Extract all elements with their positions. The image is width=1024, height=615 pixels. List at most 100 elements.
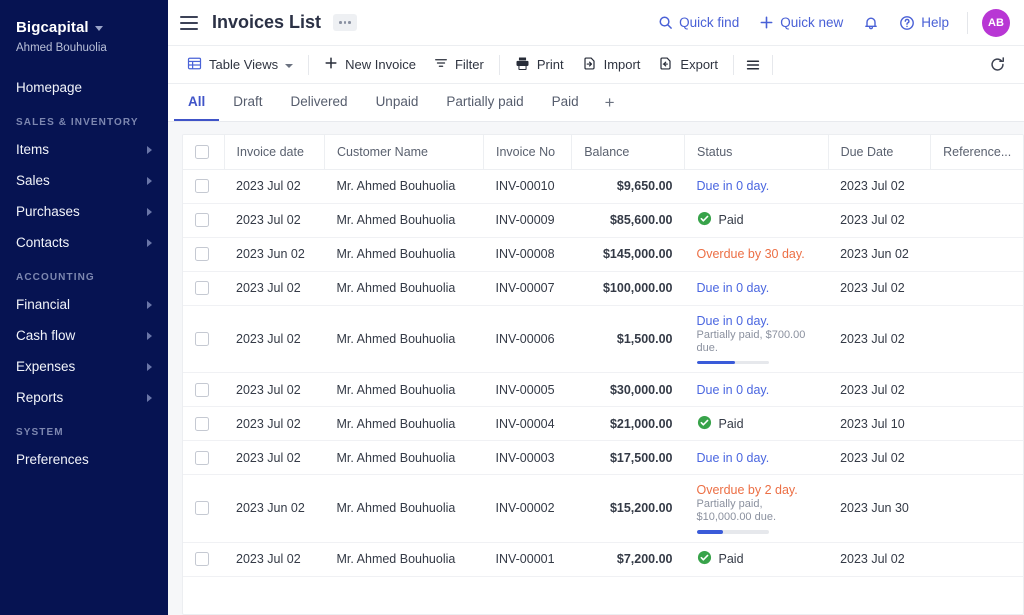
export-label: Export [680, 57, 718, 72]
sidebar-item-items[interactable]: Items [0, 134, 168, 165]
cell-due-date: 2023 Jul 02 [828, 305, 931, 373]
table-row[interactable]: 2023 Jul 02 Mr. Ahmed Bouhuolia INV-00001 $… [183, 542, 1023, 577]
cell-invoice-no: INV-00010 [483, 169, 572, 204]
refresh-button[interactable] [984, 52, 1010, 78]
filter-label: Filter [454, 57, 484, 72]
row-checkbox[interactable] [195, 382, 209, 397]
sidebar-item-label: Contacts [16, 235, 70, 250]
select-all-checkbox[interactable] [195, 144, 209, 159]
row-checkbox[interactable] [195, 501, 209, 516]
sidebar-item-contacts[interactable]: Contacts [0, 227, 168, 258]
sidebar-item-reports[interactable]: Reports [0, 382, 168, 413]
table-row[interactable]: 2023 Jul 02 Mr. Ahmed Bouhuolia INV-00005 $… [183, 372, 1023, 407]
column-header-status[interactable]: Status [684, 135, 829, 170]
status-label: Overdue by 2 day. [696, 483, 798, 497]
notifications-button[interactable] [863, 15, 879, 31]
table-row[interactable]: 2023 Jul 02 Mr. Ahmed Bouhuolia INV-00004 $… [183, 406, 1023, 441]
menu-toggle-icon[interactable] [180, 15, 198, 30]
row-checkbox[interactable] [195, 450, 209, 465]
tab-all[interactable]: All [174, 84, 220, 121]
table-row[interactable]: 2023 Jun 02 Mr. Ahmed Bouhuolia INV-00002 $… [183, 474, 1023, 543]
row-checkbox[interactable] [195, 213, 209, 227]
tab-unpaid[interactable]: Unpaid [362, 84, 433, 121]
print-button[interactable]: Print [506, 52, 573, 78]
filter-icon [434, 56, 448, 73]
sidebar-nav: Homepage SALES & INVENTORY Items Sales Purch… [0, 72, 168, 475]
status-badge: Paid [697, 415, 817, 433]
cell-invoice-date: 2023 Jul 02 [224, 169, 325, 204]
export-button[interactable]: Export [649, 52, 727, 78]
table-row[interactable]: 2023 Jul 02 Mr. Ahmed Bouhuolia INV-00003 $… [183, 440, 1023, 475]
sidebar-group-label: ACCOUNTING [16, 272, 95, 283]
add-tab-icon[interactable]: + [593, 84, 627, 121]
table-row[interactable]: 2023 Jul 02 Mr. Ahmed Bouhuolia INV-00006 $… [183, 305, 1023, 373]
brand-switcher[interactable]: Bigcapital [0, 16, 168, 38]
sidebar-item-cash-flow[interactable]: Cash flow [0, 320, 168, 351]
sidebar-item-financial[interactable]: Financial [0, 289, 168, 320]
sidebar-item-expenses[interactable]: Expenses [0, 351, 168, 382]
row-select-cell [183, 237, 225, 272]
search-icon [658, 15, 673, 30]
cell-invoice-no: INV-00009 [483, 203, 572, 238]
new-invoice-button[interactable]: New Invoice [315, 52, 425, 78]
topbar-divider [967, 11, 968, 34]
avatar[interactable]: AB [982, 8, 1010, 37]
plus-icon [324, 56, 338, 73]
tab-delivered[interactable]: Delivered [277, 84, 362, 121]
paid-status: Paid [697, 550, 817, 568]
cell-invoice-no: INV-00003 [483, 440, 572, 475]
row-select-cell [183, 305, 225, 373]
filter-button[interactable]: Filter [425, 52, 493, 78]
status-badge: Due in 0 day. [697, 281, 817, 295]
cell-customer-name: Mr. Ahmed Bouhuolia [324, 237, 484, 272]
quick-new-button[interactable]: Quick new [759, 15, 843, 30]
sidebar-item-homepage[interactable]: Homepage [0, 72, 168, 103]
cell-balance: $15,200.00 [571, 474, 685, 543]
cell-invoice-date: 2023 Jun 02 [224, 237, 325, 272]
cell-customer-name: Mr. Ahmed Bouhuolia [324, 440, 484, 475]
column-header-invoice-date[interactable]: Invoice date [224, 135, 326, 170]
table-views-button[interactable]: Table Views [178, 52, 302, 78]
column-header-reference[interactable]: Reference... [930, 135, 1023, 170]
payment-progress-bar [696, 530, 769, 534]
cell-customer-name: Mr. Ahmed Bouhuolia [324, 474, 484, 543]
tab-draft[interactable]: Draft [219, 84, 276, 121]
table-row[interactable]: 2023 Jul 02 Mr. Ahmed Bouhuolia INV-00009 $… [183, 203, 1023, 238]
column-header-balance[interactable]: Balance [571, 135, 685, 170]
sidebar-item-preferences[interactable]: Preferences [0, 444, 168, 475]
quick-find-button[interactable]: Quick find [658, 15, 739, 30]
row-checkbox[interactable] [195, 281, 209, 295]
cell-due-date: 2023 Jul 02 [828, 440, 931, 475]
row-checkbox[interactable] [195, 331, 209, 346]
cell-invoice-no: INV-00002 [483, 474, 572, 543]
row-checkbox[interactable] [195, 552, 209, 566]
table-row[interactable]: 2023 Jun 02 Mr. Ahmed Bouhuolia INV-00008 $… [183, 237, 1023, 272]
app-root: Bigcapital Ahmed Bouhuolia Homepage SALES… [0, 0, 1024, 615]
row-select-cell [183, 542, 225, 577]
sidebar-item-sales[interactable]: Sales [0, 165, 168, 196]
column-header-invoice-no[interactable]: Invoice No [483, 135, 573, 170]
help-button[interactable]: Help [899, 15, 949, 31]
row-checkbox[interactable] [195, 416, 209, 431]
cell-customer-name: Mr. Ahmed Bouhuolia [324, 372, 484, 407]
tab-partially-paid[interactable]: Partially paid [432, 84, 537, 121]
column-header-customer-name[interactable]: Customer Name [324, 135, 484, 170]
list-options-icon[interactable] [740, 52, 766, 78]
cell-invoice-no: INV-00006 [483, 305, 572, 373]
table-head: Invoice date Customer Name Invoice No Ba… [183, 135, 1023, 170]
tab-paid[interactable]: Paid [538, 84, 593, 121]
chevron-right-icon [147, 393, 152, 402]
select-all-header [183, 135, 225, 170]
import-button[interactable]: Import [573, 52, 650, 78]
sidebar-item-purchases[interactable]: Purchases [0, 196, 168, 227]
column-header-due-date[interactable]: Due Date [828, 135, 932, 170]
cell-invoice-date: 2023 Jul 02 [224, 542, 325, 577]
table-row[interactable]: 2023 Jul 02 Mr. Ahmed Bouhuolia INV-00007 $… [183, 271, 1023, 306]
more-options-icon[interactable] [333, 14, 358, 31]
cell-reference [930, 271, 1023, 306]
cell-invoice-no: INV-00007 [483, 271, 572, 306]
row-checkbox[interactable] [195, 247, 209, 261]
row-checkbox[interactable] [195, 179, 209, 193]
table-row[interactable]: 2023 Jul 02 Mr. Ahmed Bouhuolia INV-00010 $… [183, 169, 1023, 204]
chevron-down-icon [285, 63, 294, 68]
